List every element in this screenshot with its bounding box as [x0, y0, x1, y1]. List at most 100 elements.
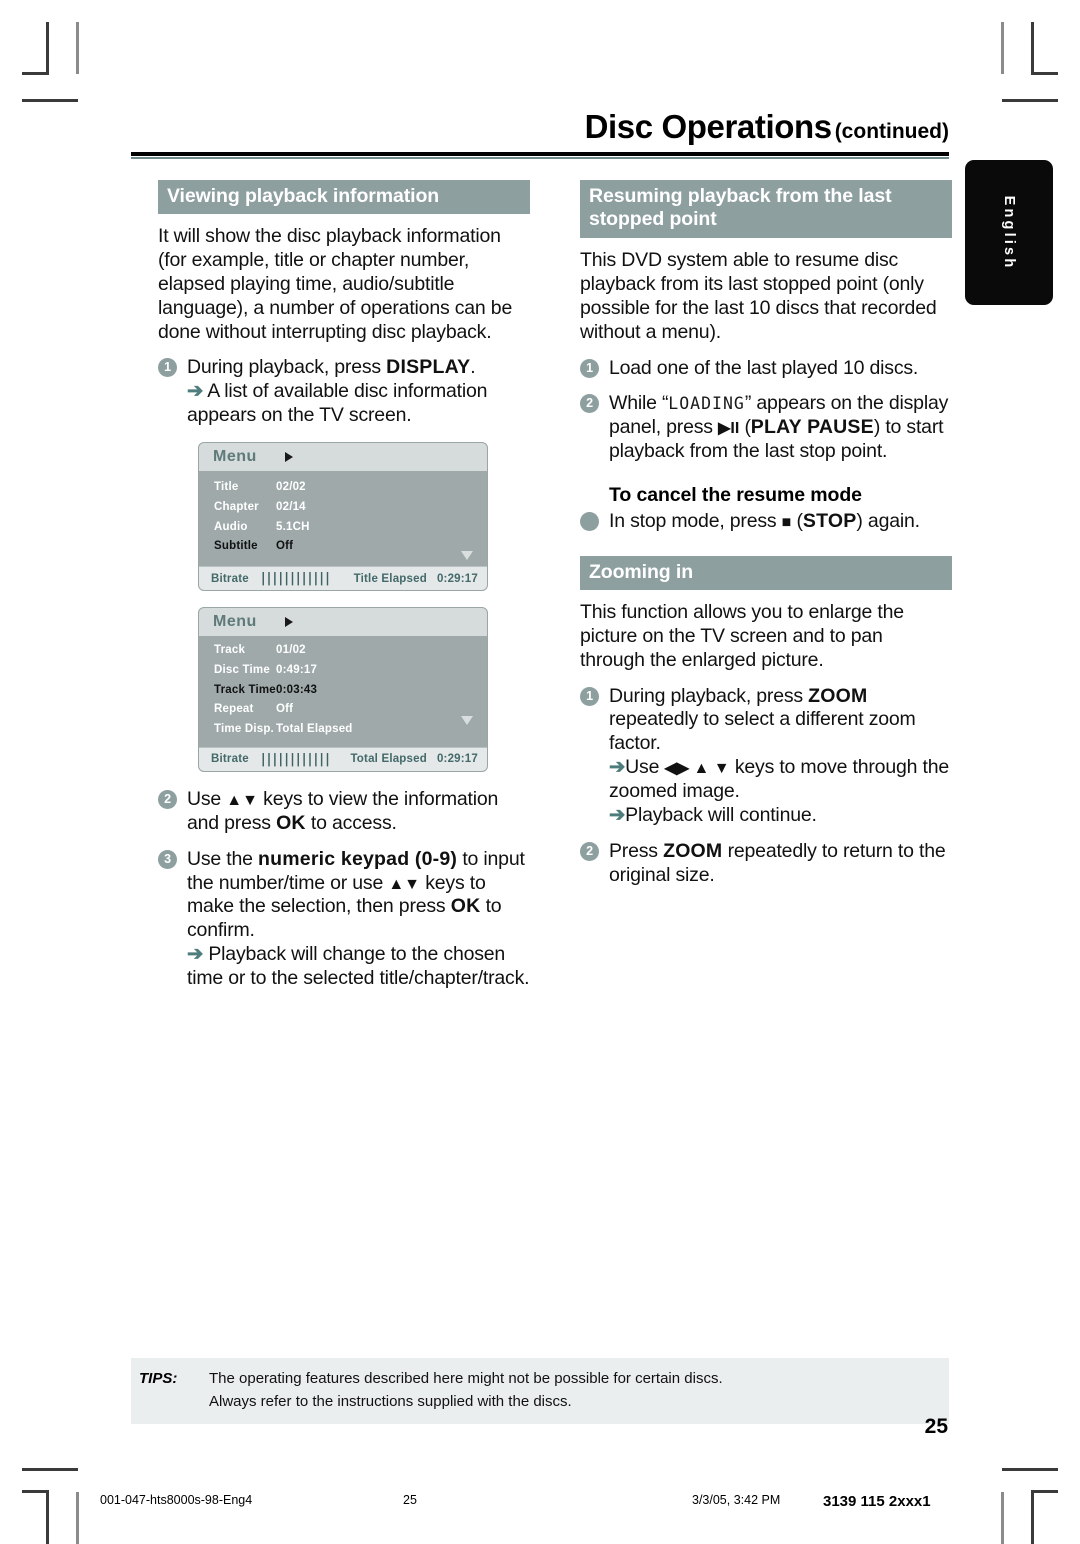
language-tab: English	[965, 160, 1053, 305]
key-numeric-keypad: numeric keypad (0-9)	[258, 847, 458, 870]
display-panel-text: LOADING	[668, 394, 745, 414]
step-zoom-in: 1 During playback, press ZOOM repeatedly…	[580, 685, 952, 828]
crop-mark-top-left-horizontal	[22, 72, 49, 75]
osd-panel-video: Menu Title 02/02 Chapter 02/14 Audio 5.1…	[198, 442, 488, 592]
osd-row-value: Off	[276, 703, 294, 716]
crop-mark-top-left-vertical	[46, 22, 49, 74]
printer-footer-date: 3/3/05, 3:42 PM	[692, 1493, 781, 1507]
step-text-2: (	[791, 510, 804, 532]
osd-row-key: Subtitle	[214, 540, 258, 553]
crop-mark-bottom-left-horizontal	[22, 1490, 49, 1493]
osd-title-bar: Menu	[199, 443, 487, 471]
step-marker-1: 1	[580, 686, 599, 706]
step-text-3: to access.	[305, 811, 397, 834]
crop-mark-top-left-tick	[22, 99, 78, 102]
osd-row-key: Chapter	[214, 500, 259, 513]
osd-row[interactable]: Title 02/02	[199, 478, 487, 498]
step-numeric-keypad: 3 Use the numeric keypad (0-9) to input …	[158, 848, 530, 991]
direction-keys-icon: ◀▶ ▲ ▼	[664, 760, 730, 778]
elapsed-value: 0:29:17	[436, 572, 478, 585]
key-stop: STOP	[802, 510, 857, 532]
step-result: Playback will change to the chosen time …	[187, 943, 530, 990]
key-ok: OK	[276, 811, 306, 834]
language-tab-label: English	[1001, 195, 1017, 270]
osd-row-value: 02/02	[276, 481, 306, 493]
osd-row-selected[interactable]: Subtitle Off	[199, 537, 487, 557]
step-marker-1: 1	[158, 358, 177, 378]
step-play-pause: 2 While “LOADING” appears on the display…	[580, 392, 952, 464]
step-marker-2: 2	[580, 841, 599, 861]
bitrate-label: Bitrate	[211, 753, 249, 766]
left-column: Viewing playback information It will sho…	[158, 180, 530, 991]
key-display: DISPLAY	[386, 356, 471, 379]
section-heading-zooming-in: Zooming in	[580, 555, 952, 590]
osd-row[interactable]: Audio 5.1CH	[199, 518, 487, 538]
osd-row-value: 02/14	[276, 500, 306, 513]
tips-label: TIPS:	[139, 1370, 178, 1387]
osd-row[interactable]: Track 01/02	[199, 641, 487, 661]
tips-line-2: Always refer to the instructions supplie…	[209, 1392, 572, 1410]
updown-keys-icon: ▲▼	[388, 875, 421, 893]
step-marker-2: 2	[580, 394, 599, 414]
step-text: Use the	[187, 847, 259, 870]
osd-row[interactable]: Repeat Off	[199, 700, 487, 720]
step-result-2: Playback will continue.	[625, 803, 817, 826]
manual-page: Disc Operations (continued) English Viewi…	[0, 0, 1080, 1544]
play-triangle-icon	[284, 452, 293, 462]
bitrate-label: Bitrate	[211, 572, 249, 585]
osd-row-key: Disc Time	[214, 663, 270, 676]
title-rule-accent	[131, 157, 949, 159]
scroll-down-caret-icon[interactable]	[461, 715, 473, 725]
crop-mark-bottom-left-vertical	[46, 1492, 49, 1544]
step-text: Use	[187, 787, 227, 810]
page-number: 25	[924, 1415, 948, 1438]
osd-title-bar: Menu	[199, 608, 487, 637]
result-arrow-icon: ➔	[187, 380, 204, 403]
result-arrow-icon: ➔	[187, 943, 204, 966]
updown-keys-icon: ▲▼	[226, 791, 258, 809]
step-marker-2: 2	[158, 789, 177, 809]
elapsed-label: Total Elapsed	[350, 753, 427, 766]
osd-row-key: Track Time	[214, 683, 276, 696]
step-text-2: repeatedly to select a different zoom fa…	[609, 708, 916, 755]
crop-mark-top-left-bleed	[76, 22, 79, 74]
key-zoom: ZOOM	[808, 684, 868, 707]
osd-row-value: 5.1CH	[276, 520, 310, 533]
step-text-3: ) again.	[856, 510, 920, 532]
crop-mark-bottom-right-bleed	[1001, 1492, 1004, 1544]
printer-footer-page: 25	[403, 1493, 417, 1507]
bitrate-meter: ||||||||||||	[260, 751, 332, 767]
step-text-3: (	[739, 416, 751, 439]
osd-row-key: Title	[214, 481, 239, 493]
stop-icon: ■	[781, 514, 792, 531]
crop-mark-top-right-vertical	[1031, 22, 1034, 74]
osd-row-key: Audio	[214, 520, 248, 533]
osd-panel-audio: Menu Track 01/02 Disc Time 0:49:17 Track…	[198, 607, 488, 772]
osd-row[interactable]: Time Disp. Total Elapsed	[199, 720, 487, 740]
osd-row[interactable]: Disc Time 0:49:17	[199, 661, 487, 681]
page-title-continued: (continued)	[834, 120, 949, 143]
crop-mark-bottom-left-bleed	[76, 1492, 79, 1544]
osd-row[interactable]: Chapter 02/14	[199, 498, 487, 518]
osd-footer: Bitrate |||||||||||| Total Elapsed 0:29:…	[199, 746, 487, 771]
step-text: Press	[609, 839, 664, 862]
section-heading-resuming-playback: Resuming playback from the last stopped …	[580, 180, 952, 238]
section-heading-viewing-playback: Viewing playback information	[158, 180, 530, 214]
osd-row-key: Track	[214, 644, 246, 657]
step-cancel-resume: In stop mode, press ■ (STOP) again.	[580, 510, 952, 534]
printer-footer-code: 3139 115 2xxx1	[823, 1493, 931, 1510]
step-result: A list of available disc information app…	[187, 380, 488, 427]
osd-row-key: Repeat	[214, 703, 254, 716]
scroll-down-caret-icon[interactable]	[461, 551, 473, 561]
play-triangle-icon	[284, 617, 293, 628]
osd-row-selected[interactable]: Track Time 0:03:43	[199, 681, 487, 701]
osd-row-value: 0:49:17	[276, 663, 318, 676]
step-zoom-out: 2 Press ZOOM repeatedly to return to the…	[580, 840, 952, 888]
step-display: 1 During playback, press DISPLAY. ➔ A li…	[158, 356, 530, 428]
crop-mark-bottom-right-vertical	[1031, 1492, 1034, 1544]
step-view-information: 2 Use ▲▼ keys to view the information an…	[158, 788, 530, 836]
crop-mark-bottom-right-tick	[1002, 1468, 1058, 1471]
step-text: While “	[609, 392, 669, 415]
result-arrow-icon: ➔	[609, 803, 626, 826]
osd-row-key: Time Disp.	[214, 723, 274, 736]
